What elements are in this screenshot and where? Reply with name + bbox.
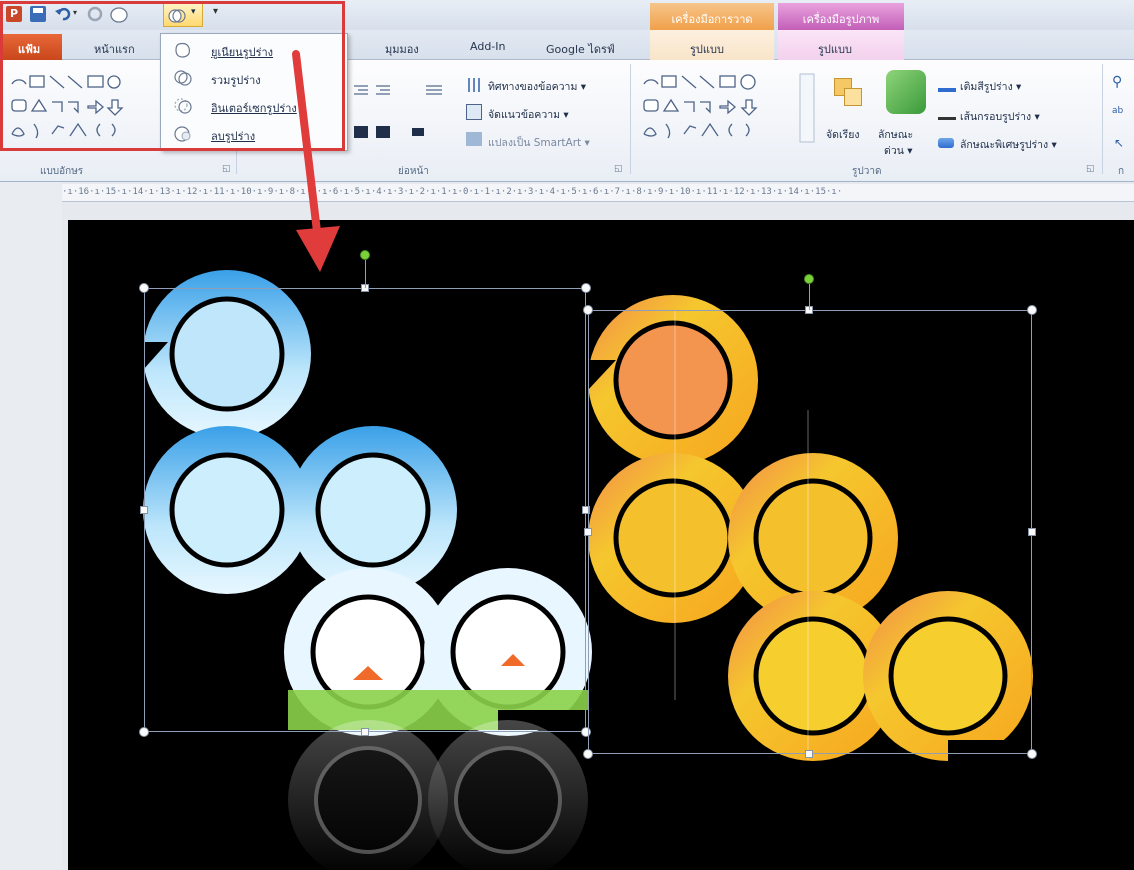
annotation-arrow xyxy=(292,50,340,272)
group-separator xyxy=(1102,64,1103,174)
tab-drawing-format[interactable]: รูปแบบ xyxy=(690,40,724,58)
resize-handle[interactable] xyxy=(140,506,148,514)
select-icon[interactable]: ↖ xyxy=(1114,136,1124,150)
group-drawing-label: รูปวาด xyxy=(852,166,882,177)
tab-view[interactable]: มุมมอง xyxy=(385,40,419,58)
tab-picture-format[interactable]: รูปแบบ xyxy=(818,40,852,58)
quick-styles-button[interactable]: ลักษณะ xyxy=(878,126,913,143)
font-dialog-launcher-icon[interactable]: ◱ xyxy=(222,164,231,174)
text-direction-icon[interactable] xyxy=(466,76,484,94)
resize-handle[interactable] xyxy=(583,305,593,315)
selection-box-right[interactable] xyxy=(588,310,1032,754)
rotation-stem xyxy=(365,260,366,288)
group-font-label: แบบอักษร xyxy=(40,166,84,177)
resize-handle[interactable] xyxy=(805,750,813,758)
smartart-icon[interactable] xyxy=(466,132,482,146)
align-text-icon[interactable] xyxy=(466,104,482,120)
shape-effects-icon[interactable] xyxy=(938,138,954,148)
group-editing-label: ก xyxy=(1118,166,1125,177)
find-icon[interactable]: ⚲ xyxy=(1112,74,1122,90)
selection-box-left[interactable] xyxy=(144,288,586,732)
tab-addin[interactable]: Add-In xyxy=(470,40,505,53)
resize-handle[interactable] xyxy=(139,283,149,293)
quick-styles-icon[interactable] xyxy=(886,70,926,114)
shape-outline-button[interactable]: เส้นกรอบรูปร่าง ▾ xyxy=(960,108,1040,125)
slide-canvas[interactable] xyxy=(68,220,1134,870)
shape-effects-button[interactable]: ลักษณะพิเศษรูปร่าง ▾ xyxy=(960,136,1057,153)
resize-handle[interactable] xyxy=(583,749,593,759)
resize-handle[interactable] xyxy=(139,727,149,737)
arrange-icon[interactable] xyxy=(834,78,864,108)
resize-handle[interactable] xyxy=(1027,305,1037,315)
shape-outline-icon[interactable] xyxy=(938,108,956,120)
resize-handle[interactable] xyxy=(581,283,591,293)
align-text-button[interactable]: จัดแนวข้อความ ▾ xyxy=(488,106,569,123)
replace-icon[interactable]: ab xyxy=(1112,106,1123,116)
slides-pane[interactable] xyxy=(0,182,62,870)
resize-handle[interactable] xyxy=(1028,528,1036,536)
group-paragraph-label: ย่อหน้า xyxy=(398,166,429,177)
rotation-stem xyxy=(809,284,810,310)
rotation-handle[interactable] xyxy=(360,250,370,260)
smartart-button[interactable]: แปลงเป็น SmartArt ▾ xyxy=(488,134,590,151)
shape-fill-icon[interactable] xyxy=(938,78,956,92)
resize-handle[interactable] xyxy=(361,728,369,736)
paragraph-dialog-launcher-icon[interactable]: ◱ xyxy=(614,164,623,174)
indent-icons[interactable] xyxy=(352,82,462,152)
text-direction-button[interactable]: ทิศทางของข้อความ ▾ xyxy=(488,78,586,95)
tab-google-drive[interactable]: Google ไดรฟ์ xyxy=(546,40,615,58)
resize-handle[interactable] xyxy=(584,528,592,536)
blue-shape-reflection xyxy=(288,720,588,870)
resize-handle[interactable] xyxy=(1027,749,1037,759)
group-separator xyxy=(630,64,631,174)
horizontal-ruler[interactable]: ·ı·16·ı·15·ı·14·ı·13·ı·12·ı·11·ı·10·ı·9·… xyxy=(62,184,1134,202)
shapes-gallery-drawing[interactable] xyxy=(640,72,820,147)
shape-fill-button[interactable]: เติมสีรูปร่าง ▾ xyxy=(960,78,1021,95)
ctx-drawing-tools-title: เครื่องมือการวาด xyxy=(671,13,753,26)
quick-styles-button-2[interactable]: ด่วน ▾ xyxy=(884,142,913,159)
drawing-dialog-launcher-icon[interactable]: ◱ xyxy=(1086,164,1095,174)
rotation-handle[interactable] xyxy=(804,274,814,284)
arrange-button[interactable]: จัดเรียง xyxy=(826,126,859,143)
ctx-picture-tools-title: เครื่องมือรูปภาพ xyxy=(802,13,880,26)
